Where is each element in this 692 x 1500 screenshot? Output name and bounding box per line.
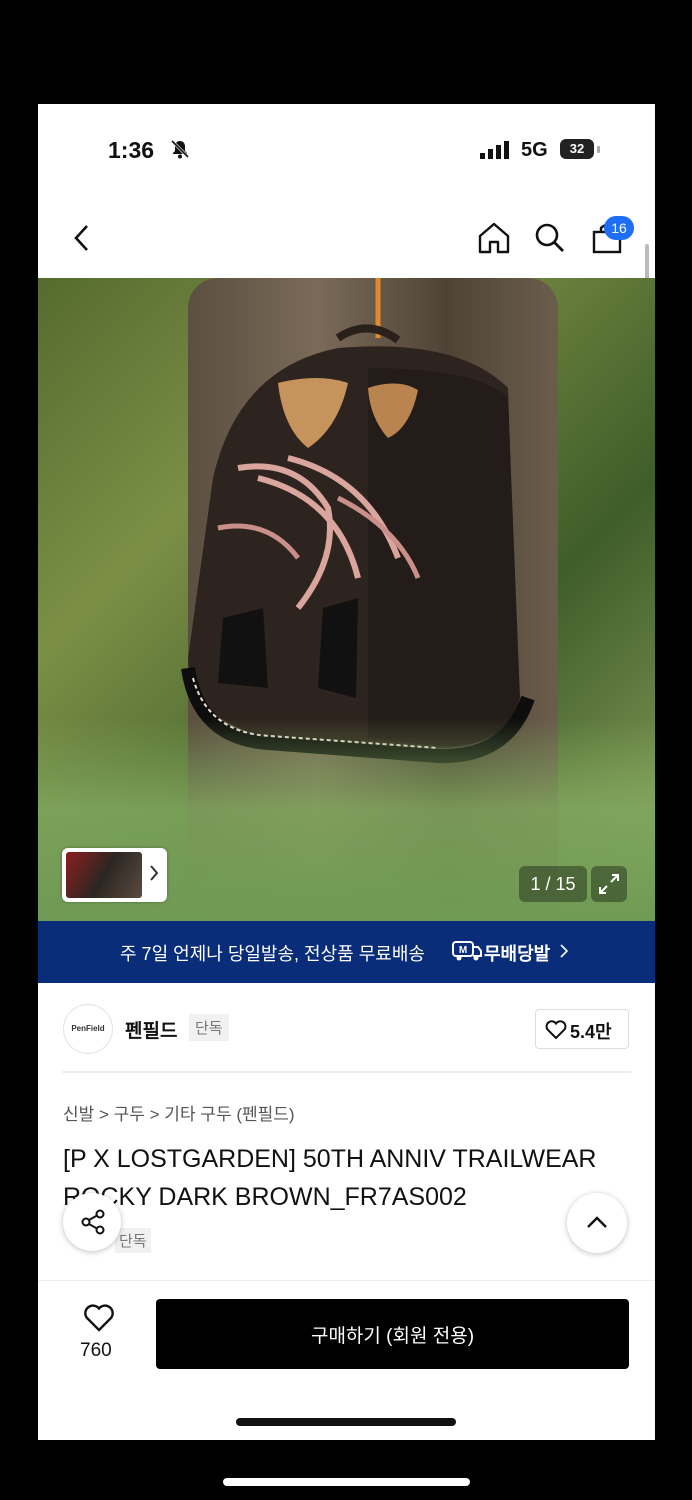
- buy-button[interactable]: 구매하기 (회원 전용): [156, 1299, 629, 1369]
- status-bar: 1:36 5G 32: [38, 104, 655, 184]
- expand-icon[interactable]: [591, 866, 627, 902]
- signal-icon: [480, 141, 510, 164]
- bell-mute-icon: [170, 139, 190, 164]
- back-chevron-icon[interactable]: [72, 224, 92, 257]
- chevron-up-icon: [587, 1216, 607, 1228]
- chevron-right-icon: [559, 942, 569, 965]
- thumbnail-image[interactable]: [66, 852, 142, 898]
- brand-like-button[interactable]: 5.4만: [535, 1009, 629, 1049]
- exclusive-badge: 단독: [115, 1228, 151, 1253]
- cart-count-badge: 16: [604, 216, 634, 240]
- wish-count: 760: [80, 1340, 112, 1361]
- battery-tip: [597, 146, 600, 153]
- heart-icon[interactable]: [83, 1303, 115, 1338]
- outer-home-indicator: [223, 1478, 470, 1486]
- home-indicator: [236, 1418, 456, 1426]
- status-time: 1:36: [108, 137, 155, 163]
- exclusive-badge: 단독: [189, 1014, 229, 1041]
- product-title: [P X LOSTGARDEN] 50TH ANNIV TRAILWEAR RO…: [63, 1145, 597, 1211]
- delivery-truck-icon: M: [452, 940, 482, 967]
- promo-text: 주 7일 언제나 당일발송, 전상품 무료배송: [120, 944, 425, 964]
- brand-row[interactable]: PenField 펜필드 단독 5.4만: [38, 984, 655, 1072]
- search-icon[interactable]: [532, 220, 568, 261]
- battery-icon: 32: [560, 139, 594, 159]
- top-nav: [38, 204, 655, 274]
- network-type: 5G: [521, 139, 548, 161]
- chevron-right-icon[interactable]: [148, 863, 160, 888]
- brand-name[interactable]: 펜필드: [125, 1016, 177, 1043]
- breadcrumb[interactable]: 신발 > 구두 > 기타 구두 (펜필드): [63, 1100, 295, 1125]
- home-icon[interactable]: [476, 220, 512, 261]
- app-screen: 1:36 5G 32 16 1 / 15 주 7일 언제나 당일발송, 전상품 …: [38, 104, 655, 1440]
- divider: [62, 1071, 631, 1073]
- promo-brand: 무배당발: [484, 944, 551, 964]
- heart-icon: [545, 1020, 567, 1045]
- brand-logo[interactable]: PenField: [63, 1004, 113, 1054]
- share-icon: [81, 1209, 105, 1235]
- promo-banner[interactable]: 주 7일 언제나 당일발송, 전상품 무료배송 M 무배당발: [38, 921, 655, 983]
- promo-logo-text: M: [459, 945, 467, 956]
- product-image[interactable]: 1 / 15: [38, 278, 655, 921]
- thumbnail-strip[interactable]: [62, 848, 167, 902]
- share-button[interactable]: [63, 1193, 121, 1251]
- image-counter: 1 / 15: [519, 866, 587, 902]
- bottom-action-bar: 760 구매하기 (회원 전용): [38, 1280, 655, 1440]
- scroll-top-button[interactable]: [567, 1193, 627, 1253]
- brand-like-count: 5.4만: [570, 1022, 612, 1042]
